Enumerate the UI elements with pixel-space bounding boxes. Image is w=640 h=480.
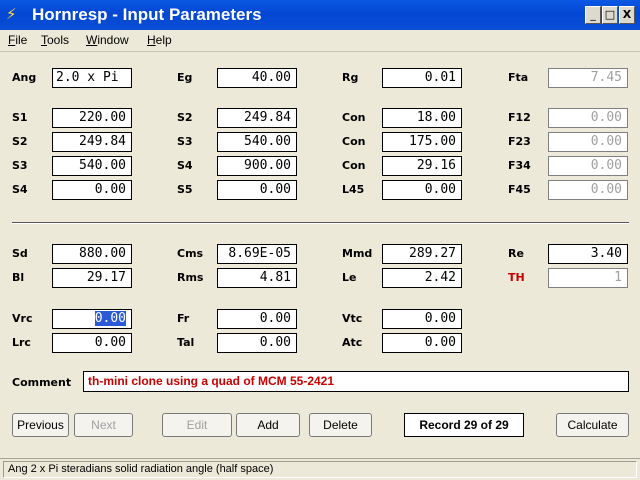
atc-label: Atc xyxy=(342,336,363,349)
rg-field[interactable]: 0.01 xyxy=(382,68,462,88)
bl-field[interactable]: 29.17 xyxy=(52,268,132,288)
th-field: 1 xyxy=(548,268,628,288)
menu-tools[interactable]: Tools xyxy=(41,33,69,47)
s1-field[interactable]: 220.00 xyxy=(52,108,132,128)
delete-button[interactable]: Delete xyxy=(309,413,372,437)
f34-field: 0.00 xyxy=(548,156,628,176)
con3-label: Con xyxy=(342,159,366,172)
s2-field[interactable]: 249.84 xyxy=(52,132,132,152)
con2-field[interactable]: 175.00 xyxy=(382,132,462,152)
f34-label: F34 xyxy=(508,159,531,172)
fta-label: Fta xyxy=(508,71,529,84)
ang-label: Ang xyxy=(12,71,37,84)
s3-label: S3 xyxy=(177,135,193,148)
s1-label: S1 xyxy=(12,111,28,124)
window-title: Hornresp - Input Parameters xyxy=(32,5,262,24)
eg-field[interactable]: 40.00 xyxy=(217,68,297,88)
minimize-button[interactable]: _ xyxy=(585,6,601,24)
f45-field: 0.00 xyxy=(548,180,628,200)
menu-bar: File Tools Window Help xyxy=(0,30,640,52)
vtc-field[interactable]: 0.00 xyxy=(382,309,462,329)
previous-button[interactable]: Previous xyxy=(12,413,69,437)
vtc-label: Vtc xyxy=(342,312,363,325)
next-button[interactable]: Next xyxy=(74,413,133,437)
section-divider xyxy=(12,222,629,224)
s5-field[interactable]: 0.00 xyxy=(217,180,297,200)
rms-label: Rms xyxy=(177,271,204,284)
eg-label: Eg xyxy=(177,71,193,84)
s3-label: S3 xyxy=(12,159,28,172)
s5-label: S5 xyxy=(177,183,193,196)
comment-label: Comment xyxy=(12,376,72,389)
con1-field[interactable]: 18.00 xyxy=(382,108,462,128)
lrc-label: Lrc xyxy=(12,336,31,349)
lrc-field[interactable]: 0.00 xyxy=(52,333,132,353)
l45-label: L45 xyxy=(342,183,365,196)
s2-label: S2 xyxy=(12,135,28,148)
con1-label: Con xyxy=(342,111,366,124)
re-field[interactable]: 3.40 xyxy=(548,244,628,264)
s3-field[interactable]: 540.00 xyxy=(217,132,297,152)
mmd-field[interactable]: 289.27 xyxy=(382,244,462,264)
tal-field[interactable]: 0.00 xyxy=(217,333,297,353)
con2-label: Con xyxy=(342,135,366,148)
cms-label: Cms xyxy=(177,247,204,260)
s2-field[interactable]: 249.84 xyxy=(217,108,297,128)
f12-field: 0.00 xyxy=(548,108,628,128)
menu-file[interactable]: File xyxy=(8,33,27,47)
calculate-button[interactable]: Calculate xyxy=(556,413,629,437)
record-indicator: Record 29 of 29 xyxy=(404,413,524,437)
menu-window[interactable]: Window xyxy=(86,33,129,47)
s4-field[interactable]: 900.00 xyxy=(217,156,297,176)
re-label: Re xyxy=(508,247,524,260)
fr-label: Fr xyxy=(177,312,190,325)
title-bar: ⚡ Hornresp - Input Parameters _ □ X xyxy=(0,0,640,30)
f45-label: F45 xyxy=(508,183,531,196)
maximize-button[interactable]: □ xyxy=(602,6,618,24)
sd-label: Sd xyxy=(12,247,28,260)
l45-field[interactable]: 0.00 xyxy=(382,180,462,200)
vrc-label: Vrc xyxy=(12,312,33,325)
s4-label: S4 xyxy=(12,183,28,196)
le-label: Le xyxy=(342,271,357,284)
f23-field: 0.00 xyxy=(548,132,628,152)
s4-label: S4 xyxy=(177,159,193,172)
vrc-value: 0.00 xyxy=(94,311,126,326)
cms-field[interactable]: 8.69E-05 xyxy=(217,244,297,264)
status-bar: Ang 2 x Pi steradians solid radiation an… xyxy=(0,458,640,480)
close-button[interactable]: X xyxy=(619,6,635,24)
s3-field[interactable]: 540.00 xyxy=(52,156,132,176)
tal-label: Tal xyxy=(177,336,195,349)
edit-button[interactable]: Edit xyxy=(162,413,232,437)
bl-label: Bl xyxy=(12,271,25,284)
status-text: Ang 2 x Pi steradians solid radiation an… xyxy=(3,461,637,478)
mmd-label: Mmd xyxy=(342,247,373,260)
th-label: TH xyxy=(508,271,525,284)
lightning-icon: ⚡ xyxy=(6,5,17,23)
s4-field[interactable]: 0.00 xyxy=(52,180,132,200)
ang-field[interactable]: 2.0 x Pi xyxy=(52,68,132,88)
atc-field[interactable]: 0.00 xyxy=(382,333,462,353)
fta-field: 7.45 xyxy=(548,68,628,88)
comment-field[interactable]: th-mini clone using a quad of MCM 55-242… xyxy=(83,371,629,392)
fr-field[interactable]: 0.00 xyxy=(217,309,297,329)
f23-label: F23 xyxy=(508,135,531,148)
sd-field[interactable]: 880.00 xyxy=(52,244,132,264)
le-field[interactable]: 2.42 xyxy=(382,268,462,288)
f12-label: F12 xyxy=(508,111,531,124)
rms-field[interactable]: 4.81 xyxy=(217,268,297,288)
rg-label: Rg xyxy=(342,71,359,84)
add-button[interactable]: Add xyxy=(236,413,300,437)
menu-help[interactable]: Help xyxy=(147,33,172,47)
s2-label: S2 xyxy=(177,111,193,124)
con3-field[interactable]: 29.16 xyxy=(382,156,462,176)
vrc-field[interactable]: 0.00 xyxy=(52,309,132,329)
